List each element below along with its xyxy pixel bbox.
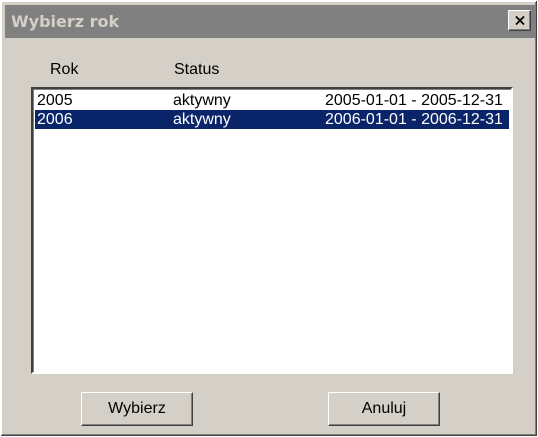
list-row[interactable]: 2005 aktywny 2005-01-01 - 2005-12-31 — [35, 91, 509, 110]
title-bar[interactable]: Wybierz rok — [5, 5, 535, 38]
close-icon — [514, 16, 525, 25]
year-listbox[interactable]: 2005 aktywny 2005-01-01 - 2005-12-31 200… — [31, 87, 513, 374]
list-row-selected[interactable]: 2006 aktywny 2006-01-01 - 2006-12-31 — [35, 110, 509, 129]
window-title: Wybierz rok — [11, 12, 120, 31]
row-period: 2005-01-01 - 2005-12-31 — [325, 92, 503, 109]
select-year-dialog: Wybierz rok Rok Status 2005 aktywny 2005… — [0, 0, 538, 437]
row-year: 2005 — [37, 92, 73, 109]
row-period: 2006-01-01 - 2006-12-31 — [325, 111, 503, 128]
select-button[interactable]: Wybierz — [81, 392, 193, 426]
close-button[interactable] — [508, 10, 531, 31]
row-status: aktywny — [173, 111, 231, 128]
row-status: aktywny — [173, 92, 231, 109]
cancel-button[interactable]: Anuluj — [328, 392, 440, 426]
row-year: 2006 — [37, 111, 73, 128]
column-header-status[interactable]: Status — [174, 61, 219, 79]
column-header-rok[interactable]: Rok — [50, 61, 78, 79]
